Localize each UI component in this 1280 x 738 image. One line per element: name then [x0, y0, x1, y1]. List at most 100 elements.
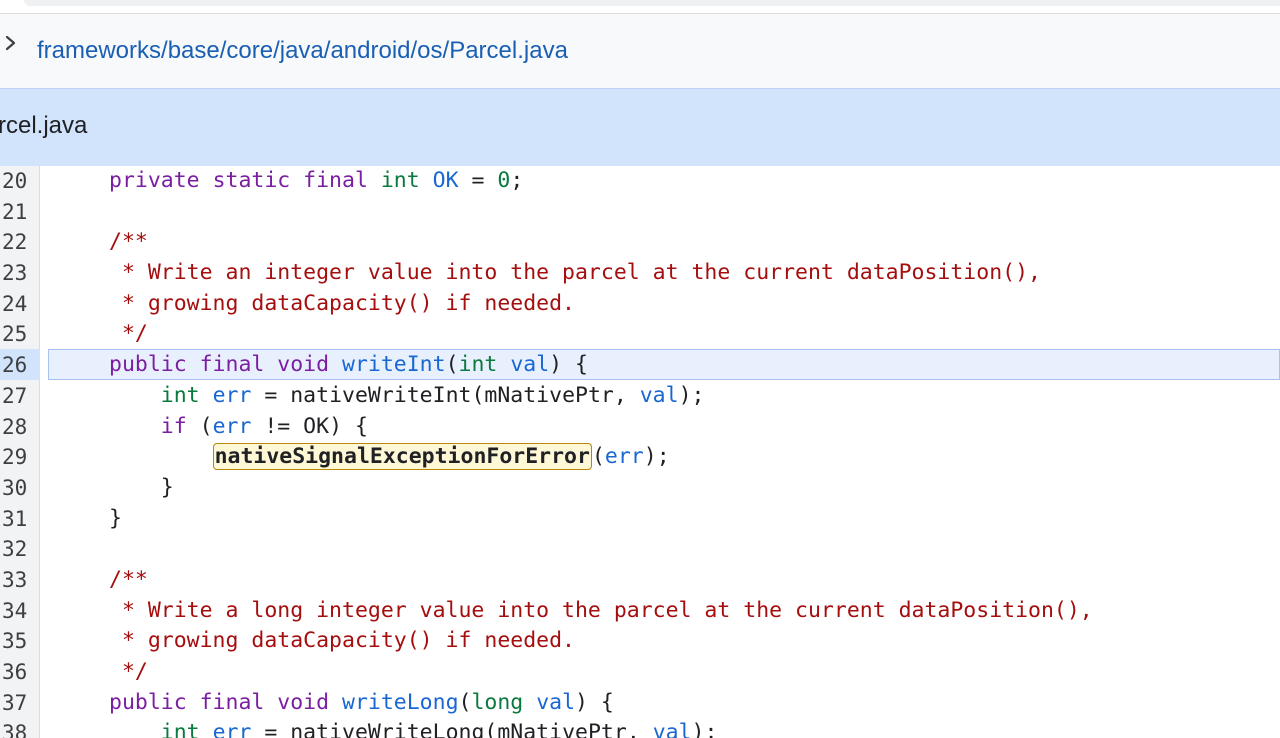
- line-number[interactable]: 28: [2, 412, 27, 443]
- code-token: ) {: [575, 689, 614, 715]
- code-line: 27 int err = nativeWriteInt(mNativePtr, …: [0, 381, 1280, 412]
- code-token: (: [186, 413, 213, 439]
- code-line: 21: [0, 197, 1280, 228]
- code-token: =: [458, 168, 498, 193]
- code-token: */: [109, 321, 148, 347]
- breadcrumb-file-path[interactable]: frameworks/base/core/java/android/os/Par…: [37, 35, 568, 67]
- code-line: 20 private static final int OK = 0;: [0, 166, 1280, 197]
- code-token: err: [604, 444, 644, 470]
- code-text: public final void writeLong(long val) {: [109, 688, 614, 719]
- line-number[interactable]: 25: [2, 319, 27, 350]
- line-number[interactable]: 20: [2, 166, 27, 197]
- code-line: 33 /**: [0, 565, 1280, 596]
- line-number[interactable]: 24: [2, 289, 27, 320]
- code-token: final: [303, 168, 381, 193]
- code-text: int err = nativeWriteLong(mNativePtr, va…: [109, 718, 718, 738]
- code-token: final: [199, 352, 278, 378]
- code-text: * growing dataCapacity() if needed.: [109, 626, 575, 657]
- line-number[interactable]: 36: [2, 657, 27, 688]
- line-number[interactable]: 22: [2, 227, 27, 258]
- code-token: int: [160, 720, 213, 738]
- line-number[interactable]: 34: [2, 596, 27, 627]
- code-token: = nativeWriteLong(mNativePtr,: [251, 720, 653, 738]
- top-strip: [24, 0, 1280, 6]
- line-number[interactable]: 33: [2, 565, 27, 596]
- code-token: long: [471, 689, 537, 715]
- code-token: int: [458, 352, 511, 378]
- code-token: * growing dataCapacity() if needed.: [109, 290, 575, 316]
- code-line: 24 * growing dataCapacity() if needed.: [0, 289, 1280, 320]
- code-token: /**: [109, 566, 148, 592]
- code-text: private static final int OK = 0;: [109, 166, 523, 197]
- code-line: 36 */: [0, 657, 1280, 688]
- code-token: }: [109, 474, 174, 500]
- code-token: 0: [497, 168, 511, 193]
- code-line: 22 /**: [0, 227, 1280, 258]
- code-text: }: [109, 504, 122, 535]
- line-number[interactable]: 21: [2, 197, 27, 228]
- code-token: public: [109, 689, 200, 715]
- code-token: );: [678, 382, 705, 408]
- code-token: val: [510, 352, 550, 378]
- code-token: val: [536, 689, 576, 715]
- code-token: void: [277, 689, 343, 715]
- code-text: * Write an integer value into the parcel…: [109, 258, 1041, 289]
- line-number[interactable]: 26: [2, 350, 27, 381]
- code-text: if (err != OK) {: [109, 412, 368, 443]
- line-number[interactable]: 29: [2, 442, 27, 473]
- code-token: final: [199, 689, 278, 715]
- code-token: * Write an integer value into the parcel…: [109, 260, 1041, 286]
- code-token: (: [458, 689, 472, 715]
- code-line: 29 nativeSignalExceptionForError(err);: [0, 442, 1280, 473]
- code-line: 25 */: [0, 319, 1280, 350]
- code-token: public: [109, 352, 200, 378]
- code-token: * growing dataCapacity() if needed.: [109, 628, 575, 654]
- code-line: 35 * growing dataCapacity() if needed.: [0, 626, 1280, 657]
- code-token: */: [109, 659, 148, 684]
- code-token: writeInt: [342, 352, 446, 378]
- code-token: OK: [432, 168, 459, 193]
- code-line: 32: [0, 534, 1280, 565]
- code-line: 37 public final void writeLong(long val) …: [0, 688, 1280, 719]
- code-text: nativeSignalExceptionForError(err);: [109, 442, 670, 473]
- code-token: static: [212, 168, 304, 193]
- code-token: /**: [109, 229, 148, 255]
- code-token: ;: [510, 168, 524, 193]
- line-number[interactable]: 27: [2, 381, 27, 412]
- line-number[interactable]: 32: [2, 534, 27, 565]
- code-line: 34 * Write a long integer value into the…: [0, 596, 1280, 627]
- code-text: */: [109, 319, 148, 350]
- line-number[interactable]: 23: [2, 258, 27, 289]
- code-token: (: [445, 352, 459, 378]
- code-text: * growing dataCapacity() if needed.: [109, 289, 575, 320]
- file-title: rcel.java: [0, 112, 88, 139]
- code-token: err: [212, 413, 252, 439]
- code-line: 31}: [0, 504, 1280, 535]
- line-number[interactable]: 35: [2, 626, 27, 657]
- code-text: public final void writeInt(int val) {: [109, 350, 588, 381]
- code-token: != OK) {: [251, 413, 368, 439]
- line-number[interactable]: 31: [2, 504, 27, 535]
- code-token: writeLong: [342, 689, 459, 715]
- code-token: );: [643, 444, 670, 470]
- chevron-right-icon[interactable]: [3, 35, 19, 51]
- line-number[interactable]: 38: [2, 718, 27, 738]
- code-viewer-page: frameworks/base/core/java/android/os/Par…: [0, 0, 1280, 738]
- line-number[interactable]: 30: [2, 473, 27, 504]
- code-token: int: [160, 382, 213, 408]
- symbol-reference[interactable]: nativeSignalExceptionForError: [212, 443, 592, 471]
- code-line: 26 public final void writeInt(int val) {: [0, 350, 1280, 381]
- code-text: /**: [109, 565, 148, 596]
- code-token: void: [277, 352, 343, 378]
- code-token: val: [639, 382, 679, 408]
- code-area: 20 private static final int OK = 0; 21 22 /*…: [0, 166, 1280, 738]
- code-token: int: [380, 168, 433, 193]
- code-token: (: [591, 444, 605, 470]
- code-text: * Write a long integer value into the pa…: [109, 596, 1093, 627]
- line-number[interactable]: 37: [2, 688, 27, 719]
- code-text: }: [109, 473, 174, 504]
